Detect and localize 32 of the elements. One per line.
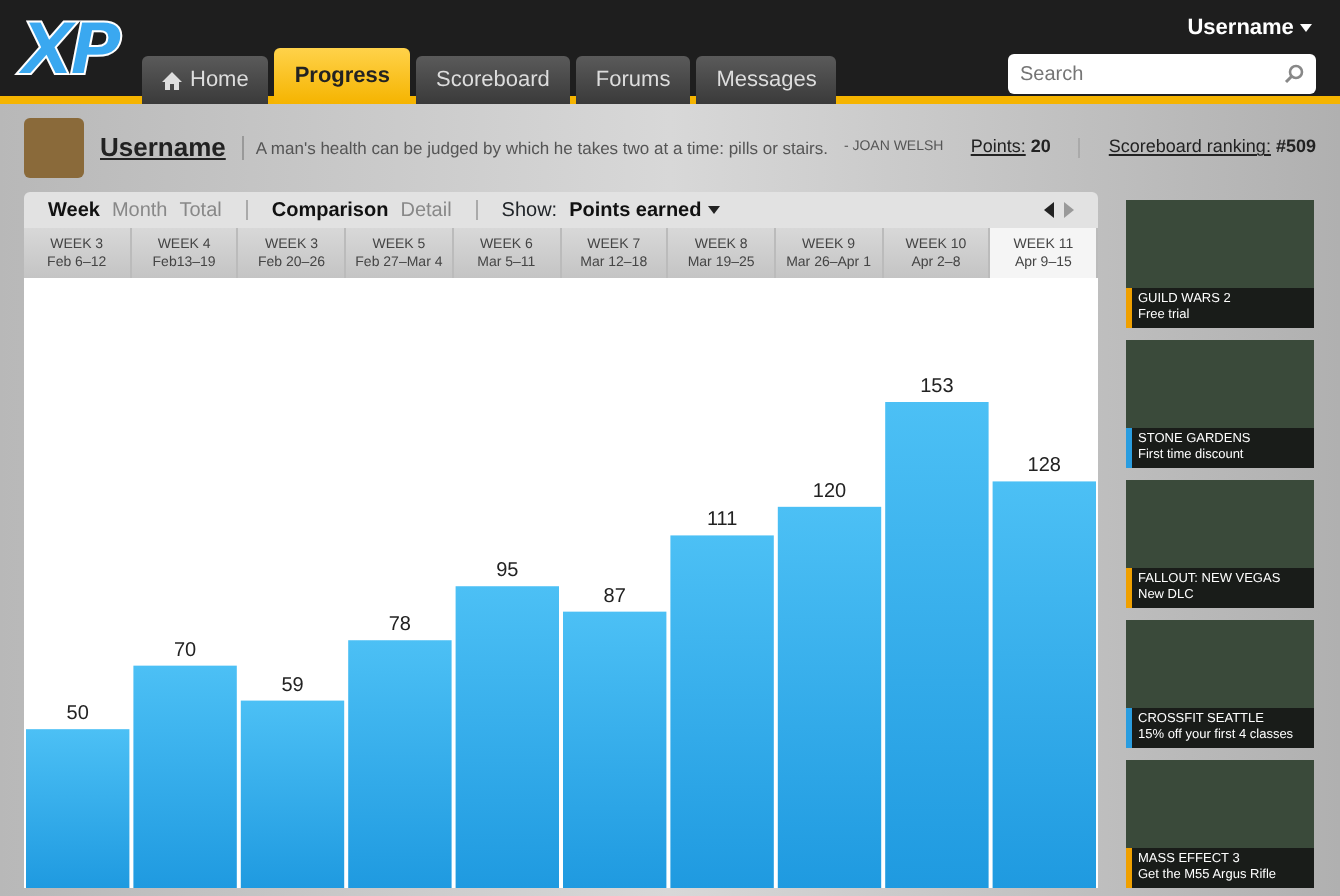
- caret-icon: [707, 205, 719, 214]
- left-arrow-icon[interactable]: [1044, 201, 1057, 218]
- bar-value: 153: [920, 376, 954, 398]
- user-menu[interactable]: Username: [1187, 12, 1312, 45]
- bar-value: 87: [603, 585, 626, 608]
- avatar: [24, 118, 84, 178]
- logo[interactable]: XP: [20, 16, 117, 88]
- view-option[interactable]: Comparison: [271, 195, 389, 225]
- bar-value: 50: [66, 703, 89, 726]
- bar-value: 78: [388, 614, 411, 637]
- period-option[interactable]: Week: [48, 195, 100, 225]
- bar-value: 95: [496, 560, 519, 583]
- nav-tab[interactable]: Scoreboard: [416, 56, 570, 104]
- bar-value: 59: [281, 674, 304, 697]
- search-icon: [1284, 64, 1304, 84]
- nav-tab[interactable]: Forums: [575, 56, 691, 104]
- nav-tab[interactable]: Messages: [696, 56, 837, 104]
- search-field[interactable]: Search: [1008, 54, 1316, 94]
- nav-tab[interactable]: Home: [142, 56, 269, 104]
- ranking-text: Scoreboard ranking: #509: [1108, 134, 1316, 161]
- show-dropdown[interactable]: Points earned: [569, 195, 719, 225]
- bar-value: 111: [706, 509, 738, 532]
- nav-tab[interactable]: Progress: [274, 48, 411, 104]
- bar-value: 70: [174, 639, 197, 662]
- show-label: Show:: [501, 197, 558, 225]
- username-link[interactable]: Username: [100, 128, 226, 168]
- caret-icon: [1300, 24, 1312, 33]
- home-icon: [162, 71, 182, 89]
- bar-value: 120: [812, 480, 847, 503]
- points-text: Points: 20: [970, 134, 1051, 161]
- bar-value: 128: [1027, 455, 1061, 478]
- quote-text: A man's health can be judged by which he takes two at a time: pills or stairs.: [241, 135, 828, 161]
